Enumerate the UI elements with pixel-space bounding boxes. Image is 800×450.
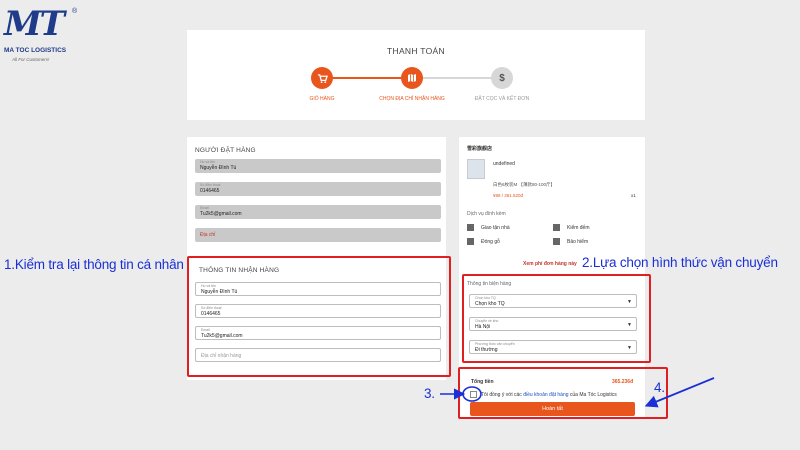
arrow-to-finish (644, 377, 715, 408)
checkbox-circle-highlight (462, 386, 482, 402)
annotation-arrows (440, 377, 715, 408)
